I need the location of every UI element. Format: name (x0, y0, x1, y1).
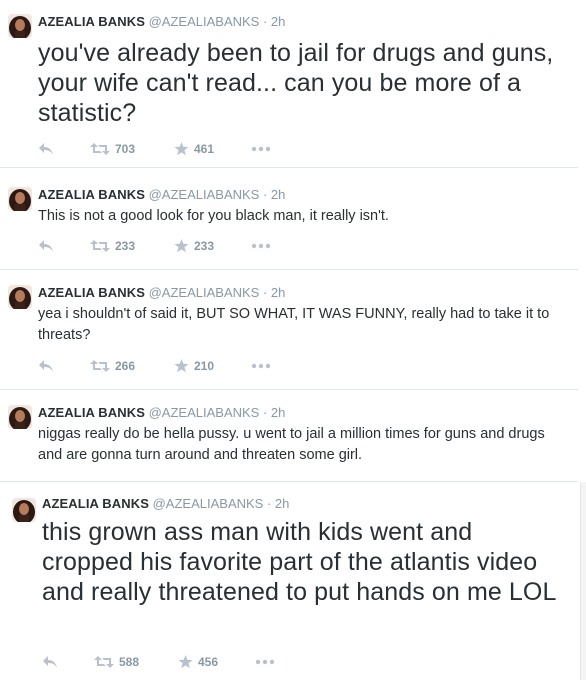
tweet-time[interactable]: · 2h (263, 285, 285, 300)
retweet-count: 703 (115, 142, 136, 156)
avatar[interactable] (8, 285, 32, 309)
tweet-time[interactable]: · 2h (263, 405, 285, 420)
retweet-button[interactable]: 233 (90, 238, 135, 254)
tweet-header: AZEALIA BANKS @AZEALIABANKS · 2h (38, 285, 285, 301)
tweet-actions: 266 210 (38, 358, 278, 374)
tweet-text: This is not a good look for you black ma… (38, 208, 389, 224)
more-button[interactable] (251, 238, 271, 254)
avatar[interactable] (12, 498, 36, 522)
tweet-time[interactable]: · 2h (263, 14, 285, 29)
favorite-count: 461 (194, 142, 215, 156)
author-name[interactable]: AZEALIA BANKS (42, 496, 149, 511)
tweet-header: AZEALIA BANKS @AZEALIABANKS · 2h (38, 14, 285, 30)
star-icon (174, 142, 189, 156)
tweet-text: you've already been to jail for drugs an… (38, 39, 554, 127)
tweet[interactable]: AZEALIA BANKS @AZEALIABANKS · 2h yea i s… (0, 270, 578, 390)
reply-arrow-icon (39, 360, 53, 372)
reply-button[interactable] (38, 358, 54, 374)
tweet-text: yea i shouldn't of said it, BUT SO WHAT,… (38, 306, 550, 343)
reply-button[interactable] (42, 654, 58, 670)
more-button[interactable] (251, 358, 271, 374)
favorite-button[interactable]: 233 (174, 238, 214, 254)
author-handle[interactable]: @AZEALIABANKS (149, 14, 260, 29)
favorite-button[interactable]: 456 (178, 654, 218, 670)
reply-arrow-icon (39, 240, 53, 252)
retweet-icon (94, 656, 114, 668)
retweet-button[interactable]: 266 (90, 358, 135, 374)
retweet-button[interactable]: 588 (94, 654, 139, 670)
avatar[interactable] (8, 187, 32, 211)
tweet-text: niggas really do be hella pussy. u went … (38, 426, 545, 463)
more-button[interactable] (251, 141, 271, 157)
tweet-header: AZEALIA BANKS @AZEALIABANKS · 2h (38, 405, 285, 421)
author-name[interactable]: AZEALIA BANKS (38, 405, 145, 420)
reply-button[interactable] (38, 141, 54, 157)
author-handle[interactable]: @AZEALIABANKS (149, 285, 260, 300)
tweet-feed: AZEALIA BANKS @AZEALIABANKS · 2h you've … (0, 0, 586, 680)
tweet-header: AZEALIA BANKS @AZEALIABANKS · 2h (42, 496, 289, 512)
author-handle[interactable]: @AZEALIABANKS (149, 187, 260, 202)
retweet-count: 588 (119, 655, 140, 669)
more-button[interactable] (255, 654, 275, 670)
author-name[interactable]: AZEALIA BANKS (38, 285, 145, 300)
favorite-button[interactable]: 210 (174, 358, 214, 374)
star-icon (178, 655, 193, 669)
more-dots-icon (251, 146, 271, 152)
more-dots-icon (251, 243, 271, 249)
avatar[interactable] (8, 14, 32, 38)
retweet-button[interactable]: 703 (90, 141, 135, 157)
retweet-count: 233 (115, 239, 136, 253)
author-handle[interactable]: @AZEALIABANKS (149, 405, 260, 420)
retweet-icon (90, 143, 110, 155)
reply-arrow-icon (43, 656, 57, 668)
reply-button[interactable] (38, 238, 54, 254)
tweet-text: this grown ass man with kids went and cr… (42, 518, 557, 606)
reply-arrow-icon (39, 143, 53, 155)
favorite-count: 210 (194, 359, 215, 373)
favorite-count: 233 (194, 239, 215, 253)
scrollbar[interactable] (580, 482, 586, 680)
retweet-icon (90, 240, 110, 252)
tweet[interactable]: AZEALIA BANKS @AZEALIABANKS · 2h this gr… (0, 482, 578, 680)
favorite-count: 456 (198, 655, 219, 669)
tweet-actions: 588 456 (42, 654, 282, 670)
tweet[interactable]: AZEALIA BANKS @AZEALIABANKS · 2h niggas … (0, 390, 578, 482)
tweet-time[interactable]: · 2h (267, 496, 289, 511)
more-dots-icon (251, 363, 271, 369)
author-name[interactable]: AZEALIA BANKS (38, 14, 145, 29)
author-handle[interactable]: @AZEALIABANKS (153, 496, 264, 511)
tweet[interactable]: AZEALIA BANKS @AZEALIABANKS · 2h This is… (0, 168, 578, 270)
tweet-time[interactable]: · 2h (263, 187, 285, 202)
tweet-actions: 233 233 (38, 238, 278, 254)
retweet-icon (90, 360, 110, 372)
avatar[interactable] (8, 405, 32, 429)
author-name[interactable]: AZEALIA BANKS (38, 187, 145, 202)
retweet-count: 266 (115, 359, 136, 373)
star-icon (174, 359, 189, 373)
star-icon (174, 239, 189, 253)
tweet[interactable]: AZEALIA BANKS @AZEALIABANKS · 2h you've … (0, 0, 578, 168)
more-dots-icon (255, 659, 275, 665)
tweet-actions: 703 461 (38, 141, 278, 157)
tweet-header: AZEALIA BANKS @AZEALIABANKS · 2h (38, 187, 285, 203)
favorite-button[interactable]: 461 (174, 141, 214, 157)
